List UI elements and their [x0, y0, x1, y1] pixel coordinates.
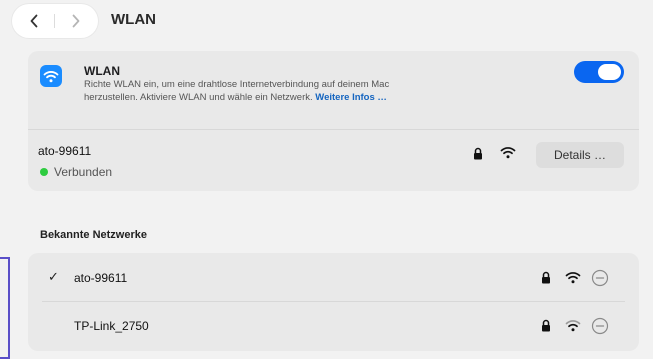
list-item[interactable]: ✓ ato-99611 — [28, 255, 639, 301]
network-name: TP-Link_2750 — [74, 319, 149, 333]
chevron-right-icon — [72, 14, 80, 28]
more-info-link[interactable]: Weitere Infos … — [315, 92, 387, 103]
wifi-icon — [40, 65, 62, 87]
lock-icon — [542, 271, 550, 284]
lock-icon — [474, 147, 482, 160]
connection-status: Verbunden — [40, 165, 112, 179]
details-button[interactable]: Details … — [536, 142, 624, 168]
wlan-description-line-2: herzustellen. Aktiviere WLAN und wähle e… — [84, 92, 313, 103]
network-name: ato-99611 — [74, 271, 128, 285]
list-item[interactable]: TP-Link_2750 — [28, 303, 639, 349]
connection-status-label: Verbunden — [54, 165, 113, 179]
more-options-icon[interactable] — [591, 317, 609, 335]
navigation-buttons — [12, 4, 98, 38]
wifi-signal-icon — [565, 272, 581, 284]
status-dot — [40, 168, 48, 176]
page-title: WLAN — [111, 11, 156, 28]
more-options-icon[interactable] — [591, 269, 609, 287]
wifi-signal-icon — [565, 320, 581, 332]
back-button[interactable] — [14, 4, 54, 38]
forward-button[interactable] — [56, 4, 96, 38]
nav-divider — [54, 14, 55, 28]
known-networks-heading: Bekannte Netzwerke — [40, 229, 147, 241]
selection-frame — [0, 257, 10, 359]
toggle-knob — [598, 64, 621, 80]
wlan-description: Richte WLAN ein, um eine drahtlose Inter… — [84, 78, 554, 104]
toolbar: WLAN — [0, 0, 653, 42]
wlan-title: WLAN — [84, 64, 120, 78]
divider — [28, 129, 639, 130]
known-networks-list: ✓ ato-99611 TP-Link_2750 — [28, 253, 639, 351]
divider — [42, 301, 625, 302]
lock-icon — [542, 319, 550, 332]
checkmark-icon: ✓ — [48, 269, 59, 284]
wlan-settings-card: WLAN Richte WLAN ein, um eine drahtlose … — [28, 51, 639, 191]
chevron-left-icon — [30, 14, 38, 28]
wlan-description-line-1: Richte WLAN ein, um eine drahtlose Inter… — [84, 79, 390, 90]
wlan-toggle[interactable] — [574, 61, 624, 83]
wifi-signal-icon — [500, 147, 516, 159]
current-network-name: ato-99611 — [38, 144, 92, 158]
